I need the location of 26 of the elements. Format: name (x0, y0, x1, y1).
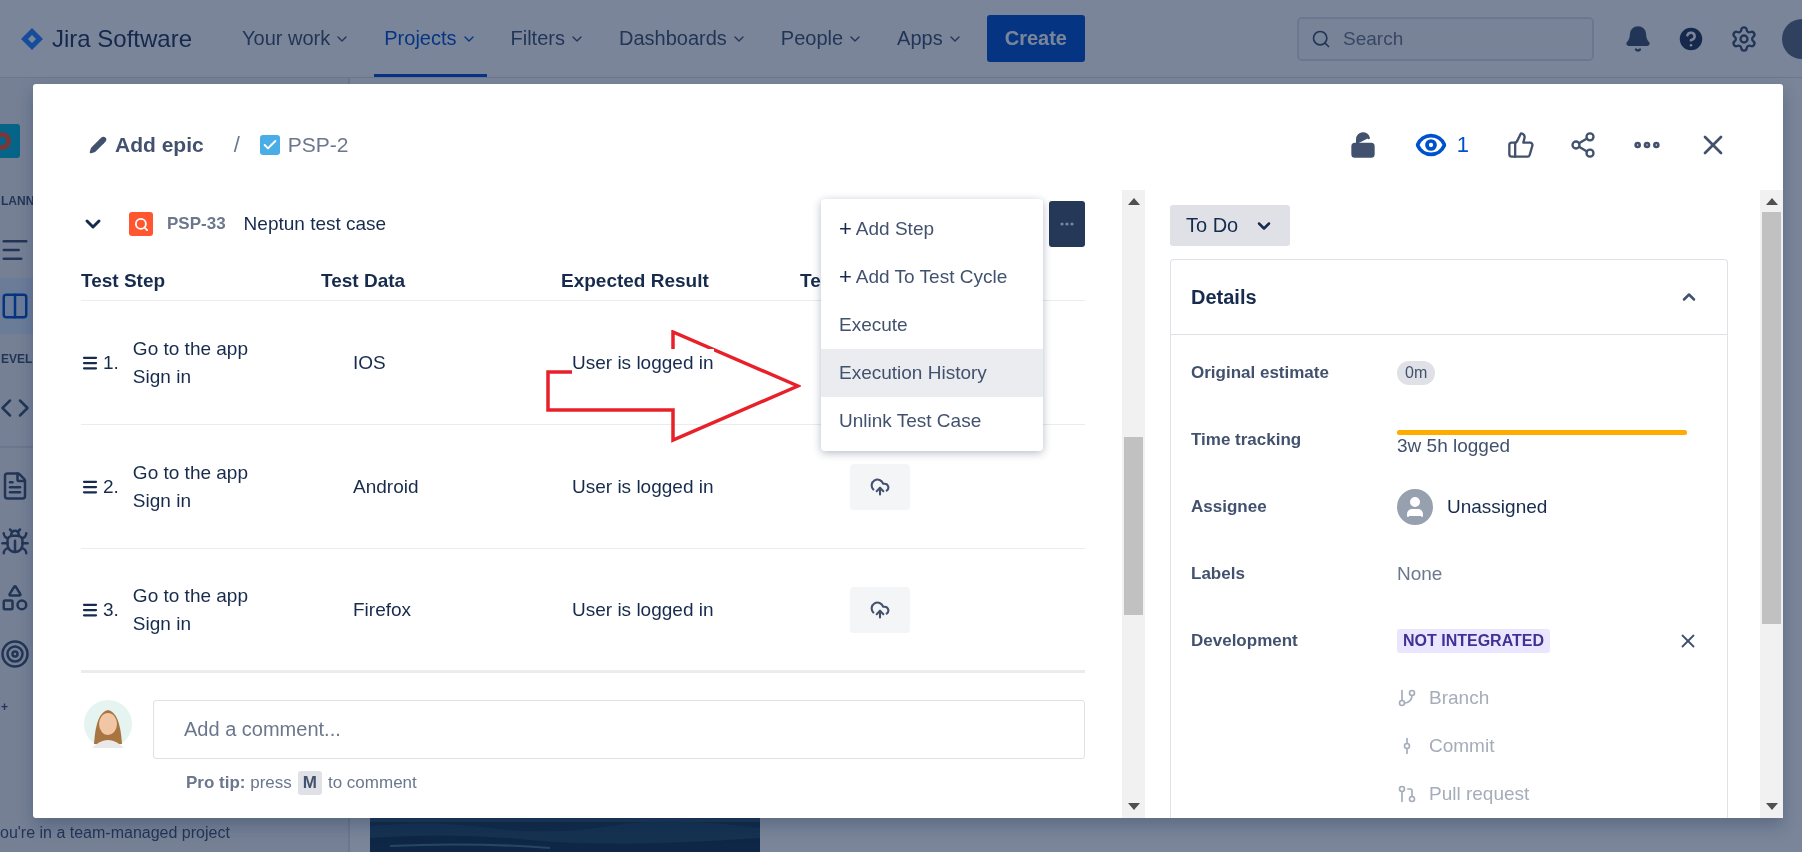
column-header: Test Data (321, 261, 561, 301)
project-type-note: ou're in a team-managed project (0, 824, 230, 843)
field-value: 3w 5h logged (1397, 435, 1512, 457)
column-header: Expected Result (561, 261, 800, 301)
sidebar-heading: EVEL (1, 352, 33, 366)
breadcrumb-separator: / (233, 132, 240, 158)
field-label: Time tracking (1191, 428, 1303, 451)
estimate-badge: 0m (1397, 360, 1436, 385)
field-label: Development (1191, 629, 1299, 652)
pro-tip-text: to comment (327, 773, 417, 793)
pro-tip-text: Pro tip: press (186, 773, 292, 793)
step-number: 2. (103, 475, 119, 498)
field-label: Assignee (1191, 495, 1268, 518)
step-number: 3. (103, 598, 119, 621)
status-lozenge: NOT INTEGRATED (1397, 628, 1551, 653)
table-cell: User is logged in (572, 348, 714, 377)
sidebar-heading: + (1, 700, 8, 714)
product-name: Jira Software (52, 24, 193, 53)
issue-key: PSP-33 (167, 214, 226, 234)
test-case-title: Neptun test case (243, 213, 387, 235)
step-number: 1. (103, 351, 119, 374)
panel-title: Details (1191, 285, 1257, 309)
field-label: Original estimate (1191, 361, 1330, 384)
field-label: Labels (1191, 562, 1246, 585)
keyboard-key: M (297, 771, 322, 795)
column-header: Test Step (81, 261, 321, 301)
